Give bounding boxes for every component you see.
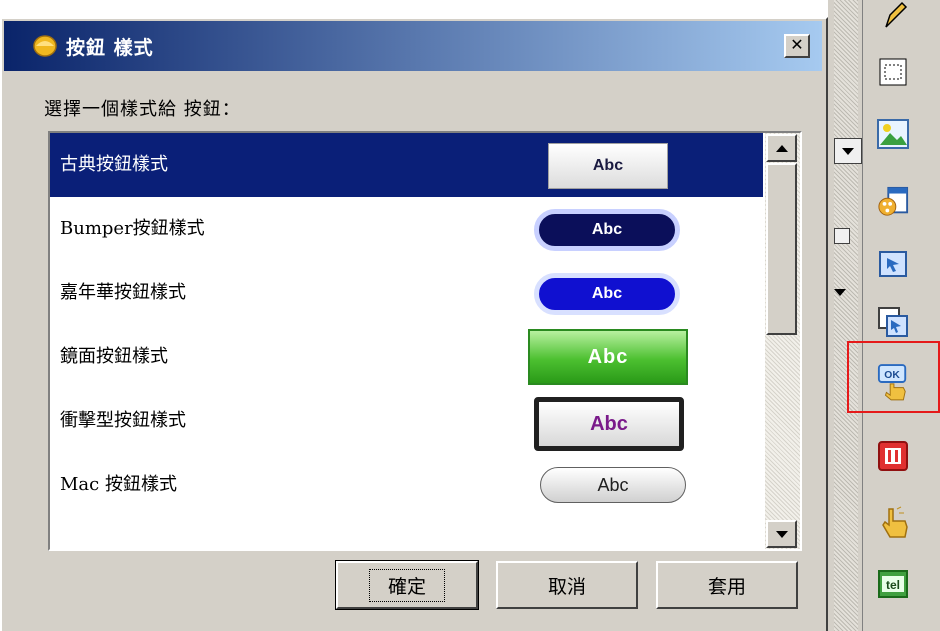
scroll-down-button[interactable] — [766, 520, 797, 548]
highlight-box — [847, 341, 940, 413]
arrow-up-icon — [775, 144, 788, 152]
preview-mac: Abc — [540, 467, 686, 503]
overlay-icon[interactable] — [877, 306, 909, 338]
style-option-label: Mac 按鈕樣式 — [60, 474, 177, 495]
ok-button-label: 確定 — [368, 568, 445, 602]
text-field-icon[interactable]: tel — [877, 568, 909, 600]
rectangle-select-icon[interactable] — [877, 56, 909, 88]
list-scrollbar[interactable] — [765, 133, 800, 549]
style-option-classic[interactable]: 古典按鈕樣式 Abc — [50, 133, 763, 197]
button-style-dialog: 按鈕 樣式 ✕ 選擇一個樣式給 按鈕： 古典按鈕樣式 Abc Bumper按鈕樣… — [0, 17, 828, 631]
text-icon-text: tel — [886, 578, 900, 592]
scroll-thumb[interactable] — [766, 163, 797, 335]
style-option-label: 衝擊型按鈕樣式 — [60, 410, 186, 431]
scroll-up-button[interactable] — [766, 134, 797, 162]
style-list[interactable]: 古典按鈕樣式 Abc Bumper按鈕樣式 Abc 嘉年華按鈕樣式 Abc 鏡面… — [48, 131, 802, 551]
background-hatch — [834, 0, 858, 631]
dialog-title: 按鈕 樣式 — [66, 36, 154, 59]
dialog-titlebar[interactable]: 按鈕 樣式 ✕ — [4, 21, 822, 71]
insert-toolbar: OK tel — [862, 0, 940, 631]
hyperlink-icon[interactable] — [877, 248, 909, 280]
hotspot-hand-icon[interactable] — [877, 506, 909, 538]
image-icon[interactable] — [877, 118, 909, 150]
style-option-mirror[interactable]: 鏡面按鈕樣式 Abc — [50, 325, 763, 389]
apply-button-label: 套用 — [707, 575, 746, 598]
dropdown-arrow-icon[interactable] — [834, 138, 862, 164]
style-option-impact[interactable]: 衝擊型按鈕樣式 Abc — [50, 389, 763, 453]
app-icon — [32, 34, 58, 58]
close-button[interactable]: ✕ — [784, 34, 810, 58]
style-option-carnival[interactable]: 嘉年華按鈕樣式 Abc — [50, 261, 763, 325]
style-option-label: 鏡面按鈕樣式 — [60, 346, 168, 367]
ok-button[interactable]: 確定 — [335, 560, 479, 610]
cancel-button[interactable]: 取消 — [496, 561, 638, 609]
style-option-label: 古典按鈕樣式 — [60, 154, 168, 175]
small-window-icon[interactable] — [834, 228, 850, 244]
arrow-down-icon — [775, 530, 788, 538]
preview-classic: Abc — [548, 143, 668, 189]
close-icon: ✕ — [790, 35, 804, 54]
pencil-icon[interactable] — [877, 0, 909, 32]
style-option-mac[interactable]: Mac 按鈕樣式 Abc — [50, 453, 763, 517]
preview-mirror: Abc — [528, 329, 688, 385]
apply-button[interactable]: 套用 — [656, 561, 798, 609]
cancel-button-label: 取消 — [547, 575, 586, 598]
style-option-bumper[interactable]: Bumper按鈕樣式 Abc — [50, 197, 763, 261]
dialog-prompt: 選擇一個樣式給 按鈕： — [44, 99, 241, 120]
preview-carnival: Abc — [534, 273, 680, 315]
media-file-icon[interactable] — [877, 186, 909, 218]
style-option-label: 嘉年華按鈕樣式 — [60, 282, 186, 303]
pause-button-icon[interactable] — [877, 440, 909, 472]
preview-impact: Abc — [534, 397, 684, 451]
dropdown-arrow-icon[interactable] — [834, 280, 846, 304]
style-option-label: Bumper按鈕樣式 — [60, 218, 205, 239]
preview-bumper: Abc — [534, 209, 680, 251]
